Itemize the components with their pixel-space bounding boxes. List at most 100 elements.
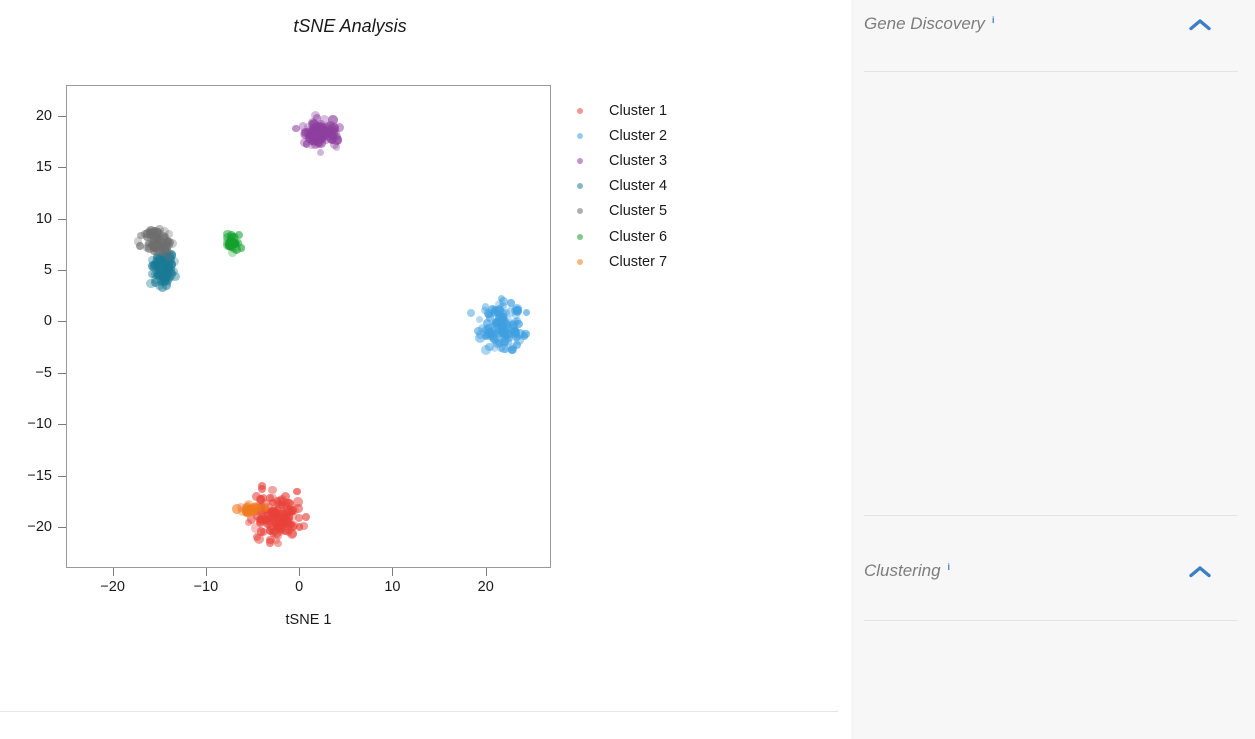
legend-item[interactable]: Cluster 2 xyxy=(572,123,667,148)
y-axis-tick-mark xyxy=(58,167,66,168)
y-axis-tick-label: −10 xyxy=(18,416,52,432)
x-axis-tick-label: −10 xyxy=(186,579,226,595)
plot-legend: Cluster 1 Cluster 2 Cluster 3 Cluster 4 Clus… xyxy=(572,98,667,274)
scatter-point xyxy=(467,309,475,317)
scatter-point xyxy=(136,242,144,250)
y-axis-tick-label: −20 xyxy=(18,519,52,535)
legend-item[interactable]: Cluster 5 xyxy=(572,199,667,224)
scatter-point xyxy=(235,231,243,239)
y-axis-tick-label: −15 xyxy=(18,468,52,484)
scatter-point xyxy=(146,226,156,236)
legend-color-dot xyxy=(577,108,583,114)
scatter-point xyxy=(161,273,170,282)
legend-item[interactable]: Cluster 1 xyxy=(572,98,667,123)
y-axis-tick-mark xyxy=(58,373,66,374)
scatter-point xyxy=(491,320,499,328)
scatter-plot-canvas xyxy=(66,85,551,568)
y-axis-tick-label: 10 xyxy=(18,211,52,227)
scatter-point xyxy=(299,122,307,130)
y-axis-tick-label: 20 xyxy=(18,108,52,124)
chevron-up-icon[interactable] xyxy=(1189,565,1211,578)
scatter-point xyxy=(474,327,482,335)
y-axis-tick-mark xyxy=(58,527,66,528)
y-axis-tick-mark xyxy=(58,321,66,322)
x-axis-tick-mark xyxy=(206,568,207,576)
x-axis-tick-mark xyxy=(113,568,114,576)
scatter-point xyxy=(225,241,234,250)
x-axis-tick-mark xyxy=(392,568,393,576)
info-icon[interactable]: i xyxy=(992,15,995,25)
divider xyxy=(864,71,1238,72)
info-icon[interactable]: i xyxy=(948,562,951,572)
scatter-point xyxy=(514,320,522,328)
scatter-point xyxy=(317,149,324,156)
app-root: tSNE Analysis −20 −15 −10 −5 0 5 10 15 20 −20 −10 0… xyxy=(0,0,1255,739)
y-axis-tick-mark xyxy=(58,424,66,425)
legend-color-dot xyxy=(577,259,583,265)
legend-item-label: Cluster 4 xyxy=(609,178,667,194)
scatter-point xyxy=(487,330,494,337)
scatter-point xyxy=(491,345,498,352)
y-axis-tick-label: 0 xyxy=(18,313,52,329)
scatter-point xyxy=(279,509,288,518)
x-axis-tick-label: 20 xyxy=(466,579,506,595)
scatter-point xyxy=(253,533,261,541)
scatter-point xyxy=(333,143,341,151)
y-axis-tick-mark xyxy=(58,116,66,117)
legend-color-dot xyxy=(577,133,583,139)
legend-item-label: Cluster 7 xyxy=(609,254,667,270)
y-axis-tick-mark xyxy=(58,219,66,220)
scatter-point xyxy=(523,309,530,316)
legend-color-dot xyxy=(577,208,583,214)
legend-item[interactable]: Cluster 6 xyxy=(572,224,667,249)
legend-item[interactable]: Cluster 3 xyxy=(572,148,667,173)
divider xyxy=(864,620,1238,621)
panel-header-clustering[interactable]: Clustering i xyxy=(864,561,1242,581)
scatter-point xyxy=(266,538,275,547)
legend-item[interactable]: Cluster 4 xyxy=(572,174,667,199)
legend-color-dot xyxy=(577,234,583,240)
page-title: tSNE Analysis xyxy=(0,16,700,37)
divider xyxy=(864,515,1238,516)
scatter-point xyxy=(232,504,242,514)
legend-item-label: Cluster 3 xyxy=(609,153,667,169)
x-axis-tick-mark xyxy=(486,568,487,576)
scatter-point xyxy=(151,242,160,251)
scatter-point xyxy=(293,488,301,496)
scatter-point xyxy=(293,504,302,513)
legend-item-label: Cluster 6 xyxy=(609,229,667,245)
legend-item-label: Cluster 1 xyxy=(609,103,667,119)
scatter-point xyxy=(498,321,507,330)
legend-color-dot xyxy=(577,158,583,164)
y-axis-tick-label: 15 xyxy=(18,159,52,175)
y-axis-tick-mark xyxy=(58,270,66,271)
legend-color-dot xyxy=(577,183,583,189)
scatter-point xyxy=(243,503,252,512)
panel-title-gene-discovery: Gene Discovery xyxy=(864,14,985,34)
x-axis-tick-label: −20 xyxy=(93,579,133,595)
scatter-point xyxy=(252,492,261,501)
plot-panel: tSNE Analysis −20 −15 −10 −5 0 5 10 15 20 −20 −10 0… xyxy=(0,0,851,739)
x-axis-tick-mark xyxy=(299,568,300,576)
x-axis-tick-label: 10 xyxy=(372,579,412,595)
legend-item-label: Cluster 2 xyxy=(609,128,667,144)
y-axis-tick-label: −5 xyxy=(18,365,52,381)
x-axis-title: tSNE 1 xyxy=(66,612,551,628)
scatter-point xyxy=(268,486,276,494)
scatter-point xyxy=(481,345,491,355)
scatter-point xyxy=(476,316,483,323)
settings-sidebar: Gene Discovery i Select Group Cluster 1 xyxy=(851,0,1255,739)
chevron-up-icon[interactable] xyxy=(1189,18,1211,31)
content-divider xyxy=(0,711,838,712)
legend-item-label: Cluster 5 xyxy=(609,203,667,219)
x-axis-tick-label: 0 xyxy=(279,579,319,595)
scatter-point xyxy=(295,514,303,522)
scatter-point xyxy=(296,523,303,530)
y-axis-tick-label: 5 xyxy=(18,262,52,278)
scatter-point xyxy=(164,251,174,261)
legend-item[interactable]: Cluster 7 xyxy=(572,249,667,274)
scatter-point xyxy=(277,524,287,534)
panel-header-gene-discovery[interactable]: Gene Discovery i xyxy=(864,14,1242,34)
scatter-point xyxy=(258,485,266,493)
scatter-point xyxy=(274,540,281,547)
